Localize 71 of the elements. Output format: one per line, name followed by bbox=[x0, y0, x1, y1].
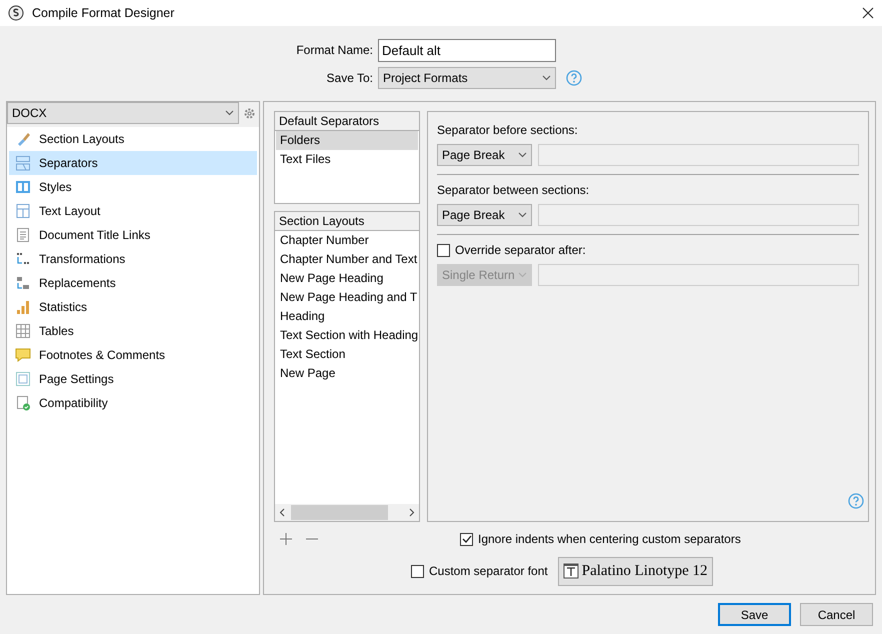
layout-icon bbox=[15, 155, 31, 171]
list-item[interactable]: Text Section with Heading bbox=[276, 326, 418, 345]
list-item[interactable]: Chapter Number bbox=[276, 231, 418, 250]
chevron-down-icon bbox=[518, 212, 527, 218]
chevron-down-icon bbox=[518, 272, 527, 278]
separator-dropdown[interactable]: Page Break bbox=[437, 144, 532, 166]
list-item[interactable]: Text Section bbox=[276, 345, 418, 364]
list-item[interactable]: Chapter Number and Text bbox=[276, 250, 418, 269]
format-dropdown[interactable]: DOCX bbox=[7, 102, 239, 124]
sidebar-item[interactable]: Footnotes & Comments bbox=[9, 343, 257, 367]
list-item[interactable]: Folders bbox=[276, 131, 418, 150]
list-header: Section Layouts bbox=[275, 212, 419, 231]
list-item[interactable]: New Page Heading bbox=[276, 269, 418, 288]
separator-label: Separator between sections: bbox=[437, 183, 590, 197]
close-icon[interactable] bbox=[862, 7, 874, 19]
page-icon bbox=[15, 371, 31, 387]
help-icon[interactable] bbox=[848, 493, 864, 509]
chevron-down-icon bbox=[542, 75, 551, 81]
checkbox[interactable] bbox=[460, 532, 473, 546]
bar-chart-icon bbox=[15, 299, 31, 315]
gear-icon[interactable] bbox=[243, 106, 256, 120]
scroll-right-icon[interactable] bbox=[409, 508, 415, 517]
dialog-button[interactable]: Cancel bbox=[800, 603, 873, 626]
separator-text-field[interactable] bbox=[538, 264, 859, 286]
text-layout-icon bbox=[15, 203, 31, 219]
separator-text-field[interactable] bbox=[538, 144, 859, 166]
sidebar-item[interactable]: Statistics bbox=[9, 295, 257, 319]
checkbox-label: Custom separator font bbox=[429, 564, 548, 578]
separator-dropdown[interactable]: Page Break bbox=[437, 204, 532, 226]
sidebar-item[interactable]: Tables bbox=[9, 319, 257, 343]
list-item[interactable]: New Page bbox=[276, 364, 418, 383]
scroll-left-icon[interactable] bbox=[279, 508, 285, 517]
list-item[interactable]: New Page Heading and T bbox=[276, 288, 418, 307]
format-name-label: Format Name: bbox=[296, 43, 373, 57]
app-logo-icon bbox=[8, 5, 24, 21]
save-to-label: Save To: bbox=[326, 71, 373, 85]
replace-icon bbox=[15, 275, 31, 291]
sidebar-item[interactable]: Transformations bbox=[9, 247, 257, 271]
list-item[interactable]: Heading bbox=[276, 307, 418, 326]
checkbox-label: Ignore indents when centering custom separators bbox=[478, 532, 741, 546]
checkbox-label: Override separator after: bbox=[455, 243, 586, 257]
styles-icon bbox=[15, 179, 31, 195]
format-name-field[interactable]: Default alt bbox=[378, 38, 556, 62]
sidebar-item[interactable]: Styles bbox=[9, 175, 257, 199]
sidebar-item[interactable]: Compatibility bbox=[9, 391, 257, 415]
checkbox[interactable] bbox=[411, 564, 424, 578]
sidebar-item[interactable]: Document Title Links bbox=[9, 223, 257, 247]
document-check-icon bbox=[15, 395, 31, 411]
list-item[interactable]: Text Files bbox=[276, 150, 418, 169]
plus-icon[interactable] bbox=[280, 533, 292, 545]
document-icon bbox=[15, 227, 31, 243]
dialog-button[interactable]: Save bbox=[718, 603, 791, 626]
sidebar-item[interactable]: Text Layout bbox=[9, 199, 257, 223]
quote-arrow-icon bbox=[15, 251, 31, 267]
chevron-down-icon bbox=[518, 152, 527, 158]
help-icon[interactable] bbox=[566, 70, 582, 86]
horizontal-scrollbar[interactable] bbox=[275, 504, 419, 521]
font-icon bbox=[562, 563, 579, 579]
sidebar-item[interactable]: Replacements bbox=[9, 271, 257, 295]
sidebar-item[interactable]: Page Settings bbox=[9, 367, 257, 391]
table-icon bbox=[15, 323, 31, 339]
font-button[interactable]: Palatino Linotype 12 bbox=[558, 556, 713, 586]
separator-text-field[interactable] bbox=[538, 204, 859, 226]
sidebar-item[interactable]: Separators bbox=[9, 151, 257, 175]
save-to-dropdown[interactable]: Project Formats bbox=[378, 67, 556, 89]
sidebar-item[interactable]: Section Layouts bbox=[9, 127, 257, 151]
separator-label: Separator before sections: bbox=[437, 123, 579, 137]
window-title: Compile Format Designer bbox=[32, 6, 176, 20]
chevron-down-icon bbox=[225, 110, 234, 116]
comment-icon bbox=[15, 347, 31, 363]
list-header: Default Separators bbox=[275, 112, 419, 131]
